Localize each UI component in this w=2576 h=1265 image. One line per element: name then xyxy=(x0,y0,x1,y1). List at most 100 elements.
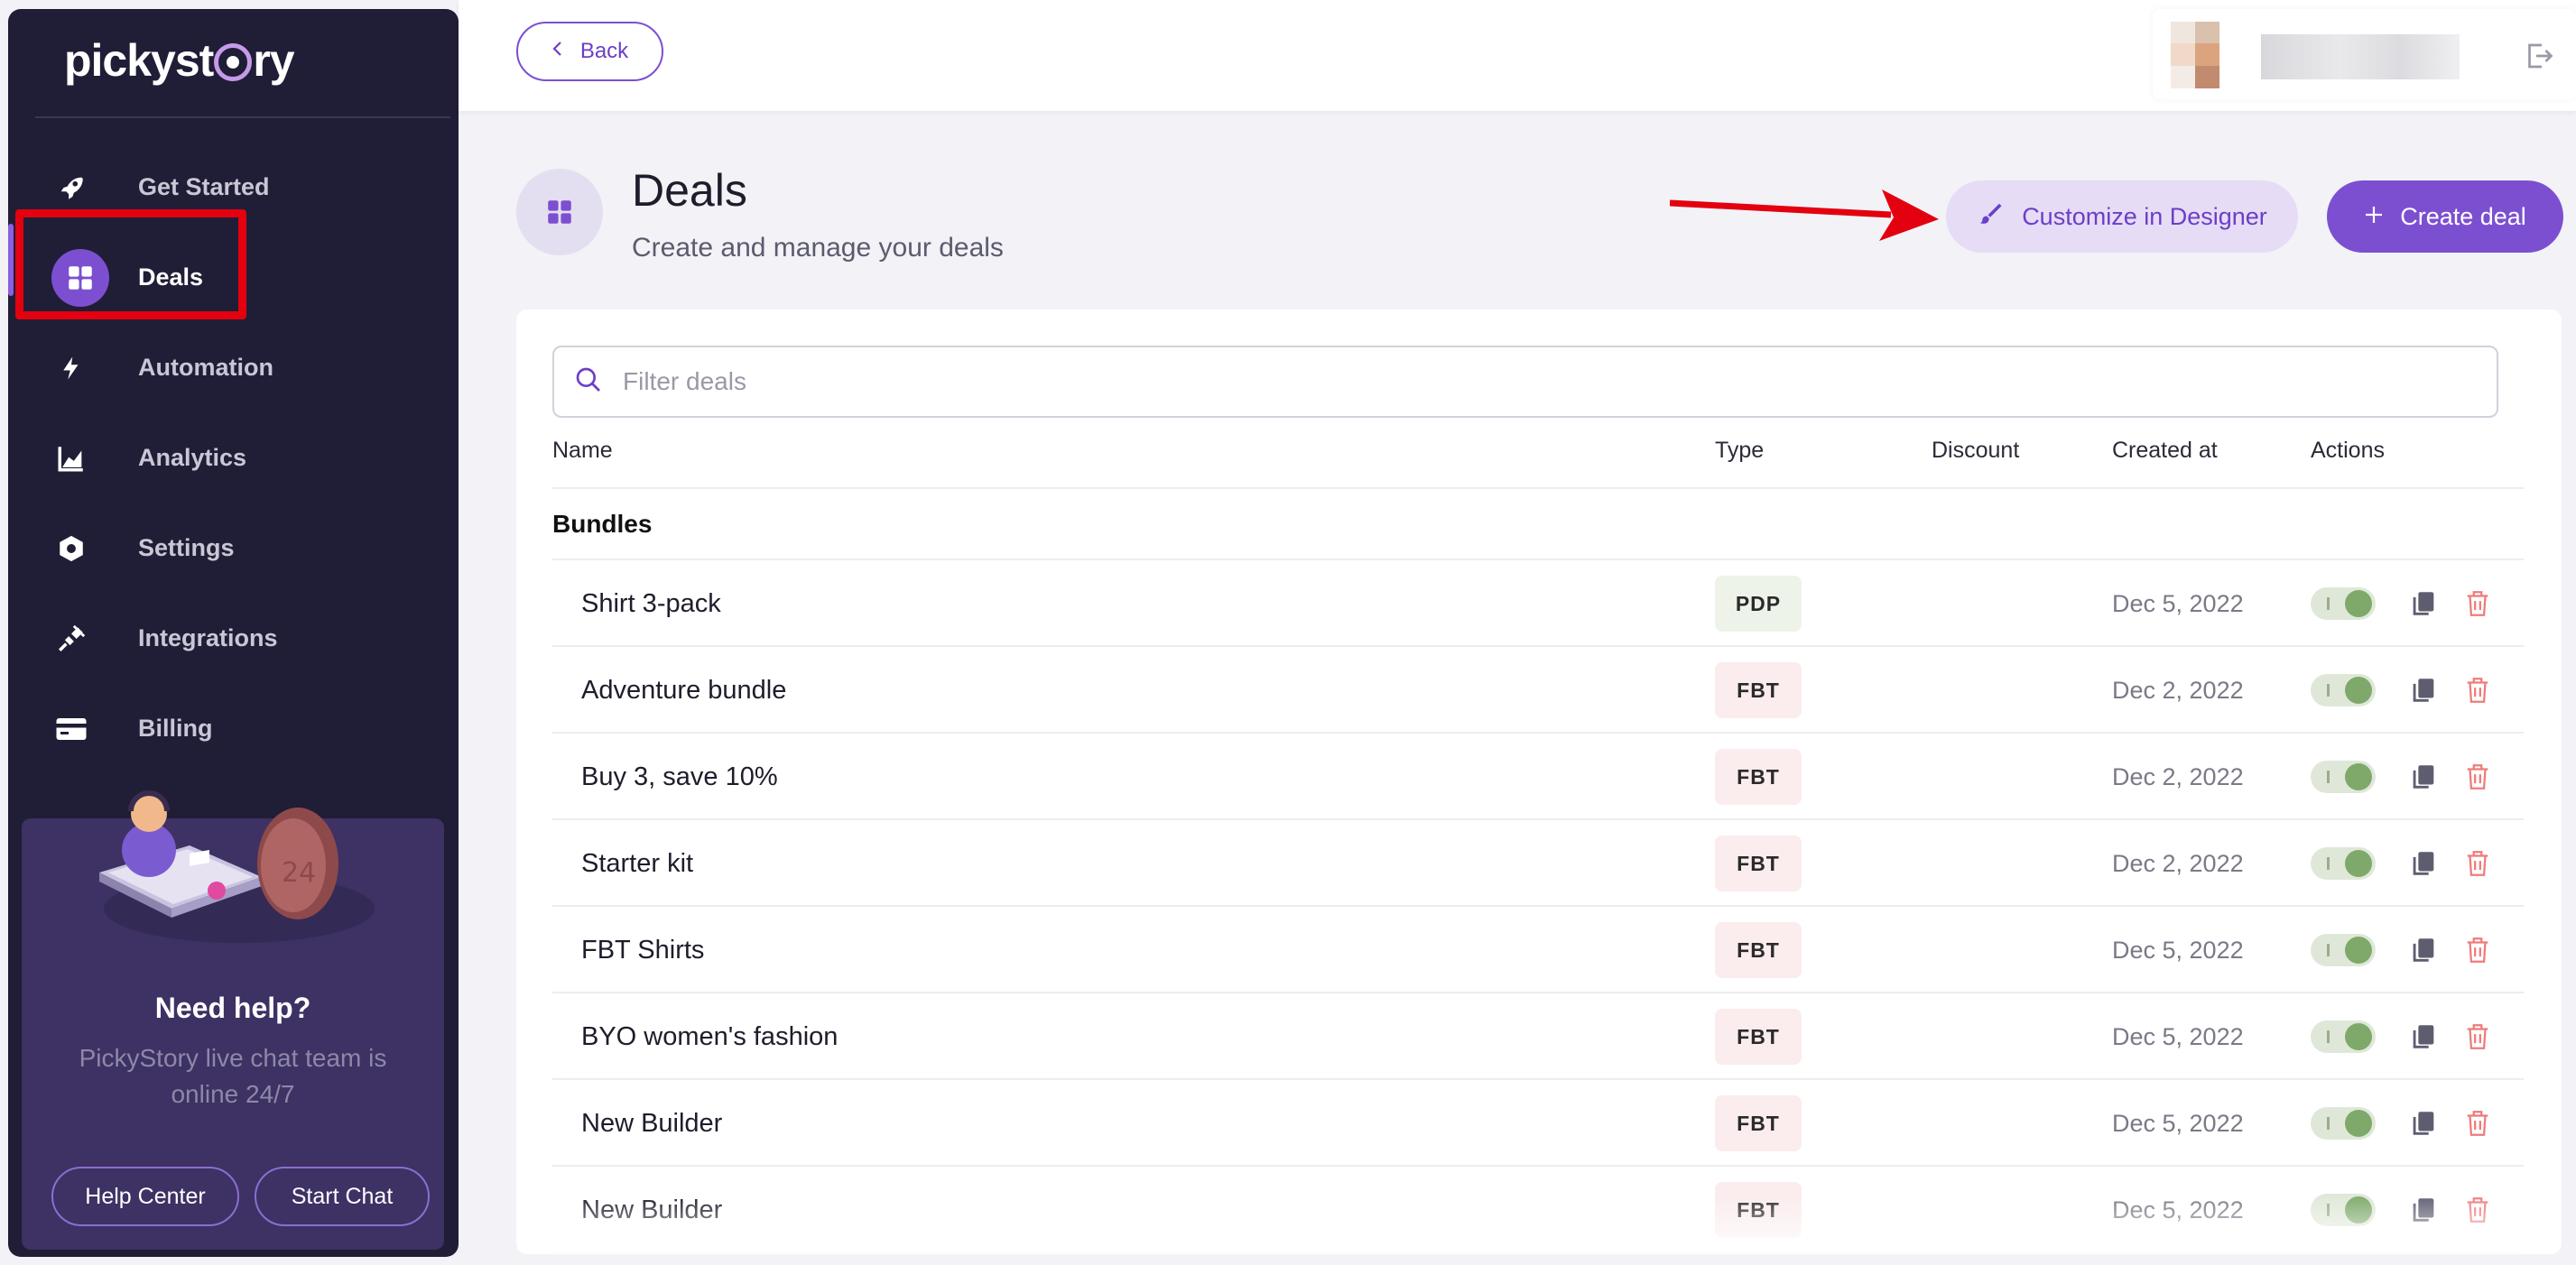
chevron-left-icon xyxy=(551,39,564,64)
deal-type-badge: FBT xyxy=(1715,662,1802,718)
deal-created-date: Dec 5, 2022 xyxy=(2112,590,2244,617)
search-icon xyxy=(574,365,603,399)
duplicate-icon[interactable] xyxy=(2408,1020,2439,1057)
page-title: Deals xyxy=(632,165,747,216)
customize-label: Customize in Designer xyxy=(2022,202,2267,230)
user-account-box[interactable] xyxy=(2153,9,2576,99)
duplicate-icon[interactable] xyxy=(2408,1107,2439,1144)
lightning-icon xyxy=(53,350,89,386)
column-header-discount[interactable]: Discount xyxy=(1932,438,2019,464)
duplicate-icon[interactable] xyxy=(2408,674,2439,711)
rocket-icon xyxy=(53,170,89,206)
create-deal-button[interactable]: Create deal xyxy=(2327,180,2563,253)
logo-o-icon xyxy=(214,43,253,81)
header-divider xyxy=(552,487,2524,489)
sidebar-item-billing[interactable]: Billing xyxy=(8,693,459,765)
delete-icon[interactable] xyxy=(2462,1107,2493,1144)
table-row[interactable]: Buy 3, save 10% FBT Dec 2, 2022 xyxy=(552,734,2524,820)
deal-created-date: Dec 5, 2022 xyxy=(2112,1110,2244,1137)
help-text: PickyStory live chat team is online 24/7 xyxy=(79,1044,387,1108)
duplicate-icon[interactable] xyxy=(2408,761,2439,798)
delete-icon[interactable] xyxy=(2462,934,2493,971)
deal-enabled-toggle[interactable] xyxy=(2311,587,2376,620)
deals-page-icon xyxy=(516,169,603,255)
support-illustration: 24 xyxy=(99,790,375,943)
sidebar-item-label: Settings xyxy=(138,534,235,561)
delete-icon[interactable] xyxy=(2462,674,2493,711)
create-deal-label: Create deal xyxy=(2400,202,2526,230)
duplicate-icon[interactable] xyxy=(2408,934,2439,971)
sidebar-item-settings[interactable]: Settings xyxy=(8,512,459,585)
deal-name[interactable]: Adventure bundle xyxy=(581,676,786,706)
pickystory-logo[interactable]: pickyst ry xyxy=(64,34,295,87)
logout-icon[interactable] xyxy=(2523,40,2555,77)
deal-enabled-toggle[interactable] xyxy=(2311,847,2376,880)
deal-type-badge: FBT xyxy=(1715,836,1802,891)
svg-text:24: 24 xyxy=(282,857,316,889)
filter-deals-input[interactable] xyxy=(623,367,2428,396)
duplicate-icon[interactable] xyxy=(2408,847,2439,884)
logo-text-end: ry xyxy=(253,35,294,86)
deal-type-badge: PDP xyxy=(1715,576,1802,632)
deal-created-date: Dec 5, 2022 xyxy=(2112,1023,2244,1050)
deal-enabled-toggle[interactable] xyxy=(2311,1020,2376,1053)
help-center-button[interactable]: Help Center xyxy=(51,1167,239,1226)
deal-name[interactable]: Starter kit xyxy=(581,849,693,879)
deal-created-date: Dec 2, 2022 xyxy=(2112,763,2244,790)
deal-enabled-toggle[interactable] xyxy=(2311,761,2376,793)
logo-text: pickyst xyxy=(64,35,214,86)
sidebar-item-label: Integrations xyxy=(138,624,278,651)
column-header-name[interactable]: Name xyxy=(552,438,613,464)
annotation-arrow xyxy=(1670,189,1939,241)
deal-name[interactable]: BYO women's fashion xyxy=(581,1022,838,1052)
page-subtitle: Create and manage your deals xyxy=(632,233,1004,263)
back-button[interactable]: Back xyxy=(516,22,663,81)
deal-enabled-toggle[interactable] xyxy=(2311,934,2376,966)
table-row[interactable]: New Builder FBT Dec 5, 2022 xyxy=(552,1080,2524,1167)
deal-name[interactable]: Buy 3, save 10% xyxy=(581,762,778,792)
deal-type-badge: FBT xyxy=(1715,1095,1802,1151)
help-title: Need help? xyxy=(154,992,311,1024)
plus-icon xyxy=(2364,203,2384,231)
chart-icon xyxy=(53,440,89,476)
deal-name[interactable]: Shirt 3-pack xyxy=(581,589,721,619)
sidebar-item-label: Get Started xyxy=(138,173,270,200)
blurred-user-name xyxy=(2261,34,2460,79)
deal-enabled-toggle[interactable] xyxy=(2311,1107,2376,1140)
sidebar-item-analytics[interactable]: Analytics xyxy=(8,422,459,494)
table-row[interactable]: Starter kit FBT Dec 2, 2022 xyxy=(552,820,2524,907)
delete-icon[interactable] xyxy=(2462,587,2493,624)
start-chat-button[interactable]: Start Chat xyxy=(255,1167,430,1226)
deal-name[interactable]: New Builder xyxy=(581,1109,722,1139)
customize-in-designer-button[interactable]: Customize in Designer xyxy=(1946,180,2298,253)
annotation-highlight-box xyxy=(15,209,246,319)
deal-created-date: Dec 2, 2022 xyxy=(2112,677,2244,704)
deal-name[interactable]: FBT Shirts xyxy=(581,936,704,965)
delete-icon[interactable] xyxy=(2462,847,2493,884)
sidebar: pickyst ry Get Started Deals Automation A… xyxy=(8,9,459,1257)
table-row[interactable]: BYO women's fashion FBT Dec 5, 2022 xyxy=(552,993,2524,1080)
sidebar-item-automation[interactable]: Automation xyxy=(8,332,459,404)
deals-table-card: Name Type Discount Created at Actions Bu… xyxy=(516,309,2562,1254)
filter-search-box[interactable] xyxy=(552,346,2498,418)
table-row[interactable]: FBT Shirts FBT Dec 5, 2022 xyxy=(552,907,2524,993)
brush-icon xyxy=(1977,200,2004,234)
table-row[interactable]: Shirt 3-pack PDP Dec 5, 2022 xyxy=(552,560,2524,647)
hexagon-icon xyxy=(53,531,89,567)
duplicate-icon[interactable] xyxy=(2408,587,2439,624)
card-icon xyxy=(53,711,89,747)
column-header-created-at[interactable]: Created at xyxy=(2112,438,2218,464)
group-heading-bundles: Bundles xyxy=(552,510,653,538)
sidebar-item-label: Automation xyxy=(138,354,273,381)
sidebar-item-label: Billing xyxy=(138,715,213,742)
delete-icon[interactable] xyxy=(2462,1020,2493,1057)
sidebar-item-integrations[interactable]: Integrations xyxy=(8,603,459,675)
help-card: 24 Need help? PickyStory live chat team … xyxy=(22,790,444,1250)
column-header-type[interactable]: Type xyxy=(1715,438,1764,464)
deal-enabled-toggle[interactable] xyxy=(2311,674,2376,706)
delete-icon[interactable] xyxy=(2462,761,2493,798)
sidebar-item-label: Analytics xyxy=(138,444,247,471)
deal-type-badge: FBT xyxy=(1715,1009,1802,1065)
table-row[interactable]: Adventure bundle FBT Dec 2, 2022 xyxy=(552,647,2524,734)
scroll-fade xyxy=(516,1194,2562,1254)
